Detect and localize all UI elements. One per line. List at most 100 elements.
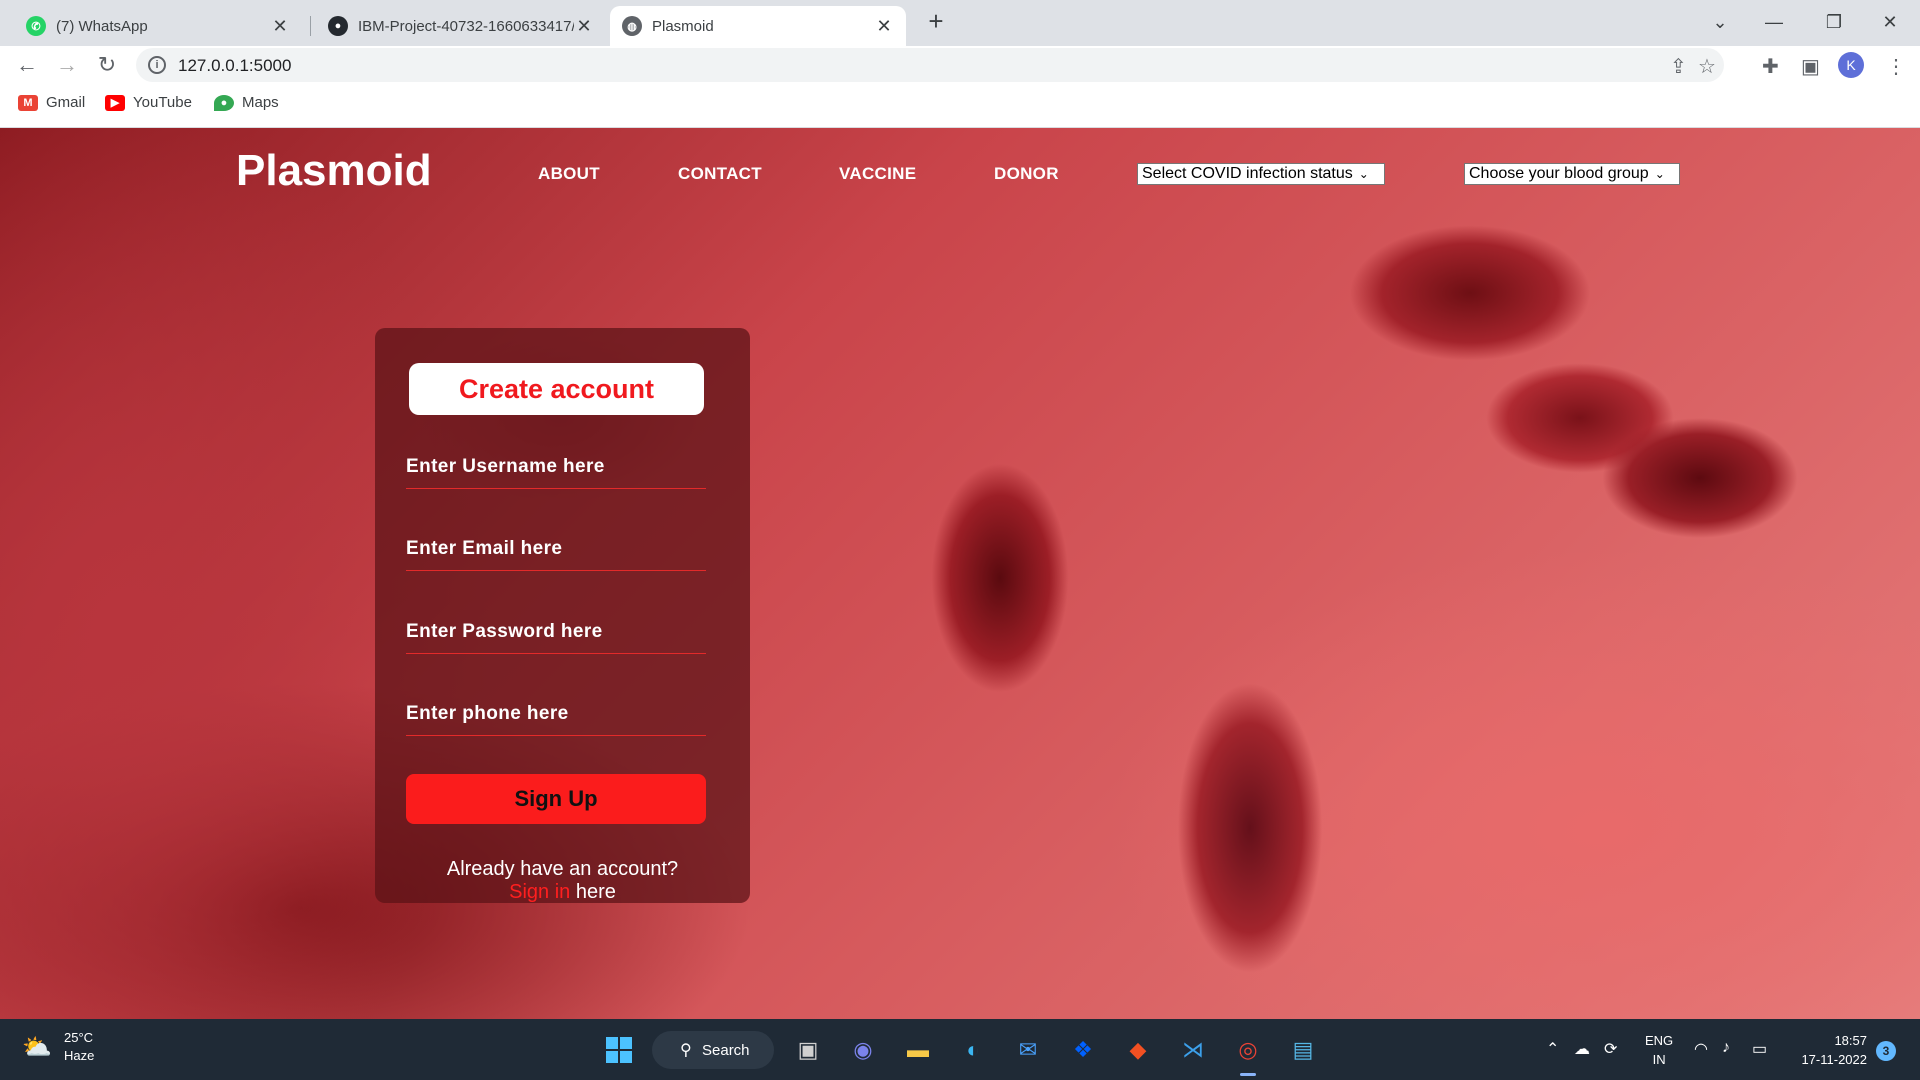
sign-in-suffix: here bbox=[575, 881, 616, 903]
battery-icon[interactable]: ▭ bbox=[1752, 1039, 1767, 1059]
tab-strip: ✆ (7) WhatsApp ✕ ● IBM-Project-40732-166… bbox=[0, 0, 1920, 46]
sync-icon[interactable]: ⟳ bbox=[1604, 1039, 1617, 1059]
lang-line1: ENG bbox=[1645, 1033, 1674, 1048]
tab-divider bbox=[310, 16, 311, 36]
vscode-icon[interactable]: ⋊ bbox=[1175, 1032, 1211, 1068]
url-text[interactable]: 127.0.0.1:5000 bbox=[178, 56, 291, 76]
bookmark-label: YouTube bbox=[133, 94, 192, 111]
password-input[interactable] bbox=[406, 610, 706, 653]
language-indicator[interactable]: ENG IN bbox=[1645, 1031, 1673, 1069]
tab-title: IBM-Project-40732-1660633417/ bbox=[358, 17, 574, 35]
clock-date: 17-11-2022 bbox=[1801, 1052, 1867, 1067]
already-account-text: Already have an account? bbox=[446, 858, 679, 880]
tab-search-chevron-icon[interactable]: ⌄ bbox=[1700, 4, 1740, 40]
password-field[interactable] bbox=[406, 610, 706, 654]
chevron-down-icon: ⌄ bbox=[1358, 167, 1369, 181]
close-window-button[interactable]: ✕ bbox=[1870, 4, 1910, 40]
tab-github[interactable]: ● IBM-Project-40732-1660633417/ ✕ bbox=[316, 6, 606, 46]
teams-chat-icon[interactable]: ◉ bbox=[845, 1032, 881, 1068]
signup-card: Create account Sign Up Already have an a… bbox=[375, 328, 750, 903]
whatsapp-icon: ✆ bbox=[26, 16, 46, 36]
restore-button[interactable]: ❐ bbox=[1814, 4, 1854, 40]
bookmark-gmail[interactable]: M Gmail bbox=[18, 94, 85, 111]
username-field[interactable] bbox=[406, 445, 706, 489]
browser-toolbar: ← → ↻ i 127.0.0.1:5000 ⇪ ☆ ✚ ▣ K ⋮ bbox=[0, 46, 1920, 84]
close-icon[interactable]: ✕ bbox=[874, 16, 894, 37]
onedrive-icon[interactable]: ☁ bbox=[1574, 1039, 1590, 1059]
start-button[interactable] bbox=[601, 1032, 637, 1068]
youtube-icon: ▶ bbox=[105, 94, 125, 111]
nav-vaccine[interactable]: VACCINE bbox=[839, 164, 916, 184]
clock[interactable]: 18:57 17-11-2022 bbox=[1795, 1031, 1867, 1069]
bookmark-youtube[interactable]: ▶ YouTube bbox=[105, 94, 192, 111]
close-icon[interactable]: ✕ bbox=[270, 16, 290, 37]
wifi-icon[interactable]: ◠ bbox=[1694, 1039, 1708, 1059]
edge-icon[interactable]: ◐ bbox=[955, 1032, 991, 1068]
anydesk-icon[interactable]: ◆ bbox=[1120, 1032, 1156, 1068]
volume-icon[interactable]: ♪ bbox=[1722, 1039, 1730, 1057]
username-input[interactable] bbox=[406, 445, 706, 488]
tab-title: Plasmoid bbox=[652, 17, 714, 35]
weather-temp: 25°C bbox=[64, 1030, 94, 1045]
email-field[interactable] bbox=[406, 527, 706, 571]
weather-widget[interactable]: ⛅ 25°C Haze bbox=[22, 1029, 94, 1065]
blood-group-value: Choose your blood group bbox=[1469, 165, 1649, 182]
star-icon[interactable]: ☆ bbox=[1698, 54, 1716, 79]
file-explorer-icon[interactable]: ▬ bbox=[900, 1032, 936, 1068]
phone-input[interactable] bbox=[406, 692, 706, 735]
chevron-down-icon: ⌄ bbox=[1654, 167, 1665, 181]
task-view-icon[interactable]: ▣ bbox=[790, 1032, 826, 1068]
phone-field[interactable] bbox=[406, 692, 706, 736]
bookmark-maps[interactable]: ● Maps bbox=[214, 94, 279, 111]
menu-icon[interactable]: ⋮ bbox=[1886, 54, 1906, 79]
windows-logo-icon bbox=[606, 1037, 632, 1063]
reload-button[interactable]: ↻ bbox=[92, 50, 122, 80]
taskbar: ⛅ 25°C Haze ⚲ Search ▣ ◉ ▬ ◐ ✉ ❖ ◆ ⋊ ◎ ▤… bbox=[0, 1019, 1920, 1080]
extensions-icon[interactable]: ✚ bbox=[1762, 54, 1779, 79]
nav-contact[interactable]: CONTACT bbox=[678, 164, 762, 184]
tab-title: (7) WhatsApp bbox=[56, 17, 148, 35]
chrome-icon[interactable]: ◎ bbox=[1230, 1032, 1266, 1068]
gmail-icon: M bbox=[18, 94, 38, 111]
chevron-up-icon[interactable]: ⌃ bbox=[1546, 1039, 1559, 1059]
email-input[interactable] bbox=[406, 527, 706, 570]
tab-whatsapp[interactable]: ✆ (7) WhatsApp ✕ bbox=[14, 6, 302, 46]
covid-status-select[interactable]: Select COVID infection status ⌄ bbox=[1137, 163, 1385, 185]
blood-group-select[interactable]: Choose your blood group ⌄ bbox=[1464, 163, 1680, 185]
share-icon[interactable]: ⇪ bbox=[1670, 54, 1687, 79]
back-button[interactable]: ← bbox=[12, 50, 42, 80]
notification-badge[interactable]: 3 bbox=[1876, 1041, 1896, 1061]
notepad-icon[interactable]: ▤ bbox=[1285, 1032, 1321, 1068]
new-tab-button[interactable]: + bbox=[922, 8, 950, 36]
search-label: Search bbox=[702, 1041, 750, 1059]
avatar[interactable]: K bbox=[1838, 52, 1864, 78]
bookmark-label: Gmail bbox=[46, 94, 86, 111]
weather-haze-icon: ⛅ bbox=[22, 1034, 52, 1061]
sign-in-line: Sign in here bbox=[375, 881, 750, 904]
bookmarks-bar: M Gmail ▶ YouTube ● Maps bbox=[0, 84, 1920, 128]
mail-icon[interactable]: ✉ bbox=[1010, 1032, 1046, 1068]
minimize-button[interactable]: — bbox=[1754, 4, 1794, 40]
globe-icon: ◍ bbox=[622, 16, 642, 36]
address-bar[interactable]: i 127.0.0.1:5000 ⇪ ☆ bbox=[136, 48, 1724, 82]
forward-button[interactable]: → bbox=[52, 50, 82, 80]
weather-desc: Haze bbox=[64, 1048, 95, 1063]
close-icon[interactable]: ✕ bbox=[574, 16, 594, 37]
tab-plasmoid[interactable]: ◍ Plasmoid ✕ bbox=[610, 6, 906, 46]
site-logo[interactable]: Plasmoid bbox=[236, 146, 432, 196]
clock-time: 18:57 bbox=[1834, 1033, 1867, 1048]
sign-up-button[interactable]: Sign Up bbox=[406, 774, 706, 824]
nav-donor[interactable]: DONOR bbox=[994, 164, 1059, 184]
form-title: Create account bbox=[409, 363, 704, 415]
dropbox-icon[interactable]: ❖ bbox=[1065, 1032, 1101, 1068]
info-icon[interactable]: i bbox=[148, 56, 166, 74]
side-panel-icon[interactable]: ▣ bbox=[1801, 54, 1820, 79]
lang-line2: IN bbox=[1652, 1052, 1666, 1067]
covid-status-value: Select COVID infection status bbox=[1142, 165, 1353, 182]
active-app-indicator bbox=[1240, 1073, 1256, 1076]
sign-in-link[interactable]: Sign in bbox=[509, 881, 570, 903]
bookmark-label: Maps bbox=[242, 94, 279, 111]
nav-about[interactable]: ABOUT bbox=[538, 164, 600, 184]
taskbar-search[interactable]: ⚲ Search bbox=[652, 1031, 774, 1069]
page-viewport: Plasmoid ABOUT CONTACT VACCINE DONOR Sel… bbox=[0, 128, 1920, 1019]
